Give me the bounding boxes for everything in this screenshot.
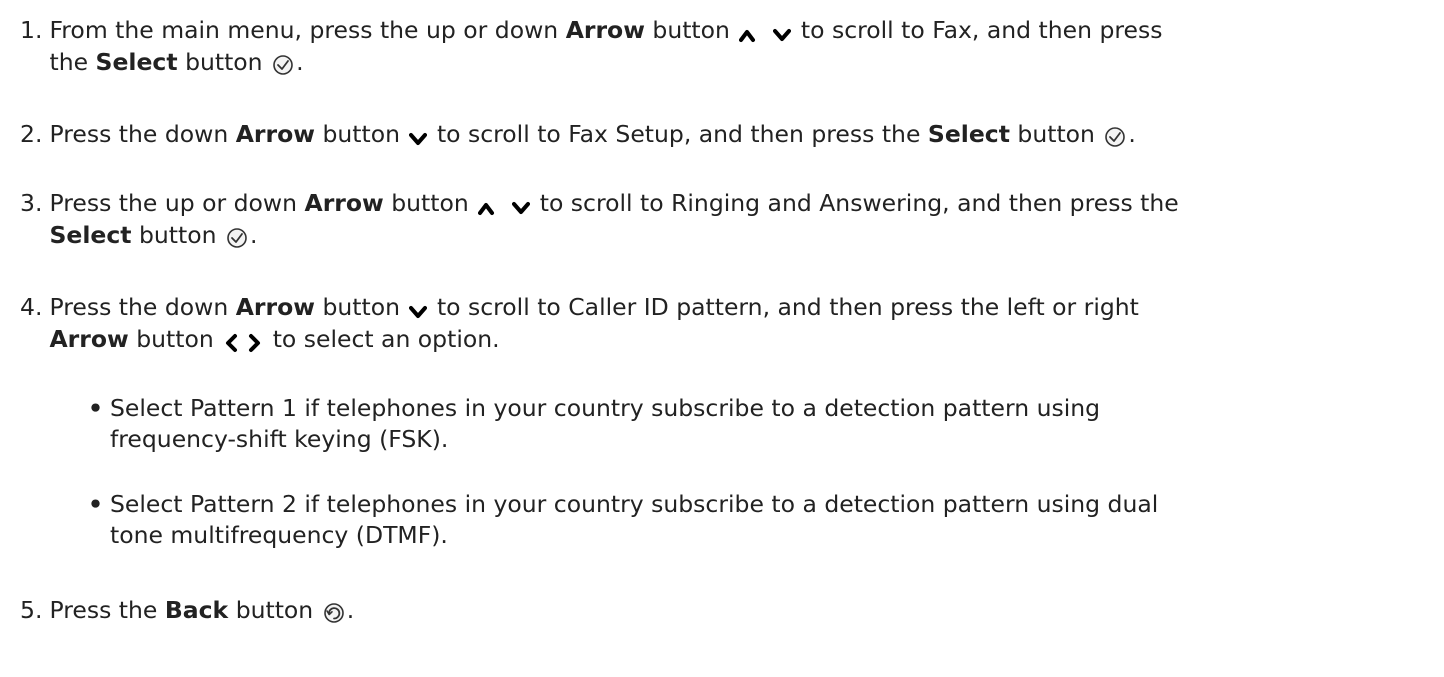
arrow-right-icon bbox=[249, 334, 261, 352]
step-1: 1. From the main menu, press the up or d… bbox=[20, 16, 1163, 76]
step-5: 5. Press the Back button . bbox=[20, 596, 355, 624]
step-number: 5. bbox=[20, 596, 43, 624]
select-check-icon bbox=[227, 228, 247, 248]
bullet-pattern-1: • Select Pattern 1 if telephones in your… bbox=[88, 394, 1101, 453]
arrow-down-icon bbox=[409, 133, 428, 145]
bullet-dot: • bbox=[88, 394, 104, 422]
arrow-down-icon bbox=[409, 306, 428, 318]
step-number: 1. bbox=[20, 16, 43, 44]
bullet-pattern-2: • Select Pattern 2 if telephones in your… bbox=[88, 490, 1159, 549]
arrow-left-icon bbox=[226, 334, 238, 352]
arrow-down-icon bbox=[773, 29, 792, 41]
arrow-up-icon bbox=[478, 203, 495, 215]
step-number: 2. bbox=[20, 120, 43, 148]
step-4: 4. Press the down Arrow button to scroll… bbox=[20, 293, 1139, 353]
step-number: 3. bbox=[20, 189, 43, 217]
step-3: 3. Press the up or down Arrow button to … bbox=[20, 189, 1179, 249]
step-text: From the main menu, press the up or down… bbox=[49, 16, 1163, 44]
arrow-down-icon bbox=[512, 202, 531, 214]
select-check-icon bbox=[273, 55, 293, 75]
step-2: 2. Press the down Arrow button to scroll… bbox=[20, 120, 1136, 148]
bullet-dot: • bbox=[88, 490, 104, 518]
step-number: 4. bbox=[20, 293, 43, 321]
arrow-up-icon bbox=[739, 30, 756, 42]
back-icon bbox=[323, 603, 344, 623]
select-check-icon bbox=[1105, 127, 1126, 147]
